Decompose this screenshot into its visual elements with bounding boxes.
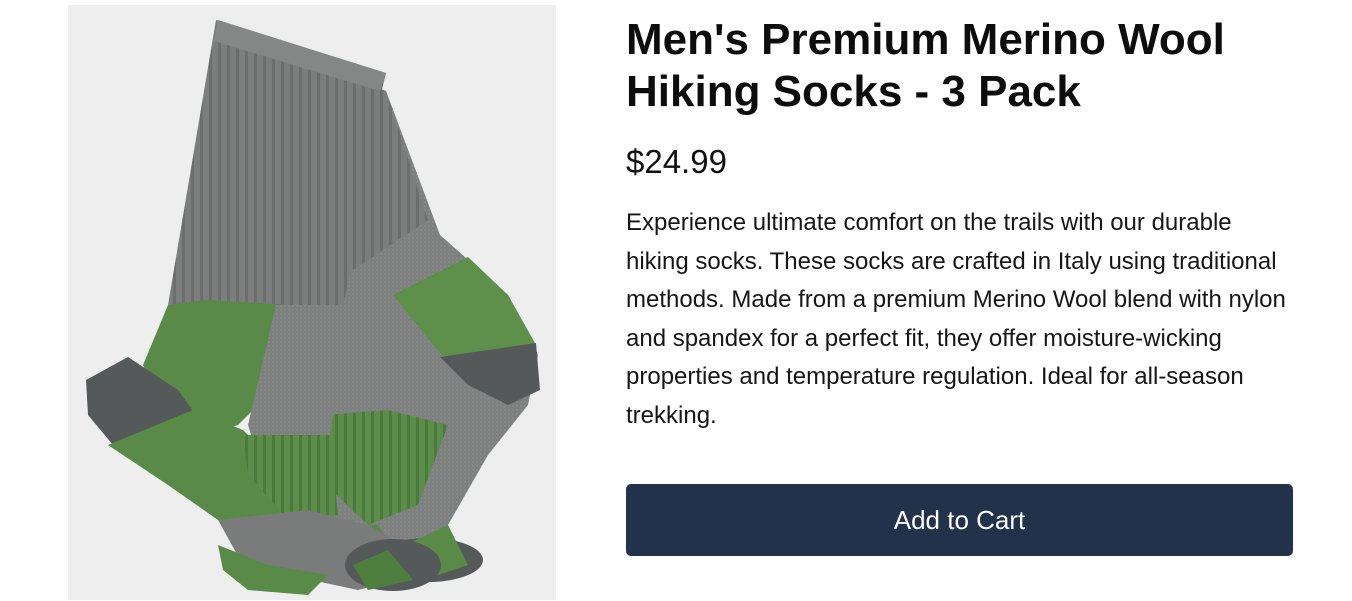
product-price: $24.99 xyxy=(626,143,727,180)
add-to-cart-button[interactable]: Add to Cart xyxy=(626,484,1293,556)
product-image xyxy=(68,5,556,600)
product-description: Experience ultimate comfort on the trail… xyxy=(626,209,1286,429)
product-title: Men's Premium Merino Wool Hiking Socks -… xyxy=(626,15,1225,116)
product-info: Men's Premium Merino Wool Hiking Socks -… xyxy=(626,14,1298,436)
